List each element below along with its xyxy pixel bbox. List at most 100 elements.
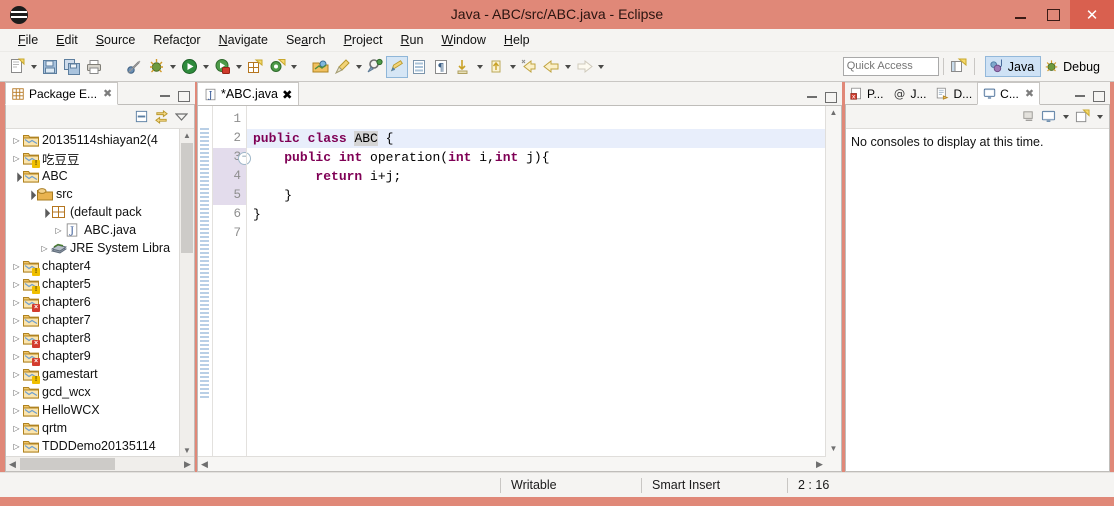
new-java-class-dropdown[interactable] — [288, 56, 299, 78]
menu-project[interactable]: Project — [335, 29, 392, 51]
editor-scroll-right-arrow[interactable]: ▶ — [813, 457, 826, 471]
external-tools-button[interactable] — [331, 56, 353, 78]
quick-access-input[interactable] — [842, 57, 939, 76]
code-line[interactable]: } — [247, 205, 841, 224]
editor-annotation-ruler[interactable] — [198, 106, 213, 471]
next-annotation-button[interactable] — [485, 56, 507, 78]
menu-refactor[interactable]: Refactor — [144, 29, 209, 51]
tree-expand-arrow-closed-icon[interactable] — [10, 388, 23, 397]
pin-console-button[interactable] — [1020, 109, 1037, 125]
tab-abc-java-close[interactable]: ✖ — [282, 87, 292, 102]
menu-navigate[interactable]: Navigate — [210, 29, 277, 51]
menu-file[interactable]: FFileile — [9, 29, 47, 51]
tree-expand-arrow-closed-icon[interactable] — [10, 280, 23, 289]
tree-expand-arrow-closed-icon[interactable] — [52, 226, 65, 235]
save-all-button[interactable] — [61, 56, 83, 78]
menu-run[interactable]: Run — [391, 29, 432, 51]
tree-item-abc[interactable]: ABC — [6, 167, 180, 185]
tree-item-hellowcx[interactable]: HelloWCX — [6, 401, 180, 419]
tab-console[interactable]: C... ✖ — [977, 82, 1041, 105]
open-type-button[interactable] — [309, 56, 331, 78]
perspective-debug[interactable]: Debug — [1041, 57, 1106, 76]
new-java-class-button[interactable] — [266, 56, 288, 78]
back-dropdown[interactable] — [562, 56, 573, 78]
tree-expand-arrow-closed-icon[interactable] — [10, 136, 23, 145]
tree-item-jre-system-libra[interactable]: JRE System Libra — [6, 239, 180, 257]
new-java-package-button[interactable] — [244, 56, 266, 78]
tree-item-src[interactable]: src — [6, 185, 180, 203]
editor-vertical-scrollbar[interactable]: ▲ ▼ — [825, 106, 841, 471]
tree-expand-arrow-closed-icon[interactable] — [10, 316, 23, 325]
tree-item-chapter8[interactable]: ×chapter8 — [6, 329, 180, 348]
tree-expand-arrow-closed-icon[interactable] — [10, 334, 23, 343]
tree-item-chapter5[interactable]: !chapter5 — [6, 275, 180, 294]
edit-selected-button[interactable] — [386, 55, 408, 78]
tab-close-icon[interactable]: ✖ — [1025, 87, 1034, 100]
tree-item-gamestart[interactable]: !gamestart — [6, 365, 180, 384]
tree-expand-arrow-open-icon[interactable] — [24, 189, 37, 200]
search-button[interactable] — [364, 56, 386, 78]
coverage-button[interactable] — [211, 56, 233, 78]
coverage-dropdown[interactable] — [233, 56, 244, 78]
tree-item-default-pack[interactable]: (default pack — [6, 203, 180, 221]
link-with-editor-button[interactable] — [153, 109, 170, 125]
previous-edit-button[interactable] — [518, 56, 540, 78]
tab-declaration[interactable]: D... — [931, 82, 978, 104]
editor-horizontal-scrollbar[interactable]: ◀ ▶ — [198, 456, 826, 471]
menu-edit[interactable]: Edit — [47, 29, 87, 51]
display-selected-console-button[interactable] — [1040, 109, 1057, 125]
console-minimize-button[interactable] — [1071, 88, 1088, 104]
editor-minimize-button[interactable] — [803, 89, 820, 105]
tree-item-tdddemo20135114[interactable]: TDDDemo20135114 — [6, 437, 180, 455]
skip-dropdown[interactable] — [474, 56, 485, 78]
menu-source[interactable]: Source — [87, 29, 145, 51]
editor-scroll-down-arrow[interactable]: ▼ — [826, 442, 841, 455]
code-editor[interactable]: 1 2 3− 4 5 6 7 public class ABC { public int o… — [197, 105, 842, 472]
toggle-breakpoint-button[interactable] — [123, 56, 145, 78]
package-explorer-tree[interactable]: 20135114shiayan2(4!吃豆豆ABCsrc(default pac… — [6, 129, 180, 457]
tree-vertical-scrollbar[interactable]: ▲ ▼ — [179, 129, 194, 457]
console-maximize-button[interactable] — [1090, 88, 1107, 104]
tree-expand-arrow-open-icon[interactable] — [38, 207, 51, 218]
tree-expand-arrow-open-icon[interactable] — [10, 171, 23, 182]
package-explorer-maximize-button[interactable] — [175, 88, 192, 104]
run-dropdown[interactable] — [200, 56, 211, 78]
next-annotation-dropdown[interactable] — [507, 56, 518, 78]
code-line[interactable] — [247, 110, 841, 129]
debug-button[interactable] — [145, 56, 167, 78]
tree-item-chapter7[interactable]: chapter7 — [6, 311, 180, 329]
tree-expand-arrow-closed-icon[interactable] — [38, 244, 51, 253]
tree-item-20135114shiayan2-4[interactable]: 20135114shiayan2(4 — [6, 131, 180, 149]
view-menu-button[interactable] — [173, 109, 190, 125]
tree-expand-arrow-closed-icon[interactable] — [10, 424, 23, 433]
code-line[interactable]: return i+j; — [247, 167, 841, 186]
tree-scroll-up-arrow[interactable]: ▲ — [180, 129, 194, 142]
tree-item-[interactable]: !吃豆豆 — [6, 149, 180, 168]
debug-dropdown[interactable] — [167, 56, 178, 78]
tree-expand-arrow-closed-icon[interactable] — [10, 298, 23, 307]
editor-text-area[interactable]: public class ABC { public int operation(… — [246, 106, 841, 471]
editor-scroll-up-arrow[interactable]: ▲ — [826, 106, 841, 119]
menu-search[interactable]: Search — [277, 29, 335, 51]
code-line[interactable] — [247, 224, 841, 243]
run-button[interactable] — [178, 56, 200, 78]
show-whitespace-button[interactable]: ¶ — [430, 56, 452, 78]
tab-problems[interactable]: x P... — [845, 82, 889, 104]
code-line[interactable]: public int operation(int i,int j){ — [247, 148, 841, 167]
tab-abc-java[interactable]: J *ABC.java ✖ — [197, 82, 300, 105]
tree-expand-arrow-closed-icon[interactable] — [10, 154, 23, 163]
external-tools-dropdown[interactable] — [353, 56, 364, 78]
skip-all-breakpoints-button[interactable] — [452, 56, 474, 78]
tab-package-explorer[interactable]: Package E... ✖ — [5, 82, 119, 105]
tree-item-gcd-wcx[interactable]: gcd_wcx — [6, 383, 180, 401]
display-console-dropdown[interactable] — [1060, 106, 1071, 128]
tree-scroll-thumb[interactable] — [181, 143, 193, 253]
menu-help[interactable]: Help — [495, 29, 539, 51]
open-console-dropdown[interactable] — [1094, 106, 1105, 128]
tree-item-abc-java[interactable]: J ABC.java — [6, 221, 180, 239]
tree-item-chapter4[interactable]: !chapter4 — [6, 257, 180, 276]
tree-expand-arrow-closed-icon[interactable] — [10, 442, 23, 451]
new-wizard-dropdown[interactable] — [28, 56, 39, 78]
open-console-button[interactable] — [1074, 109, 1091, 125]
tree-expand-arrow-closed-icon[interactable] — [10, 352, 23, 361]
